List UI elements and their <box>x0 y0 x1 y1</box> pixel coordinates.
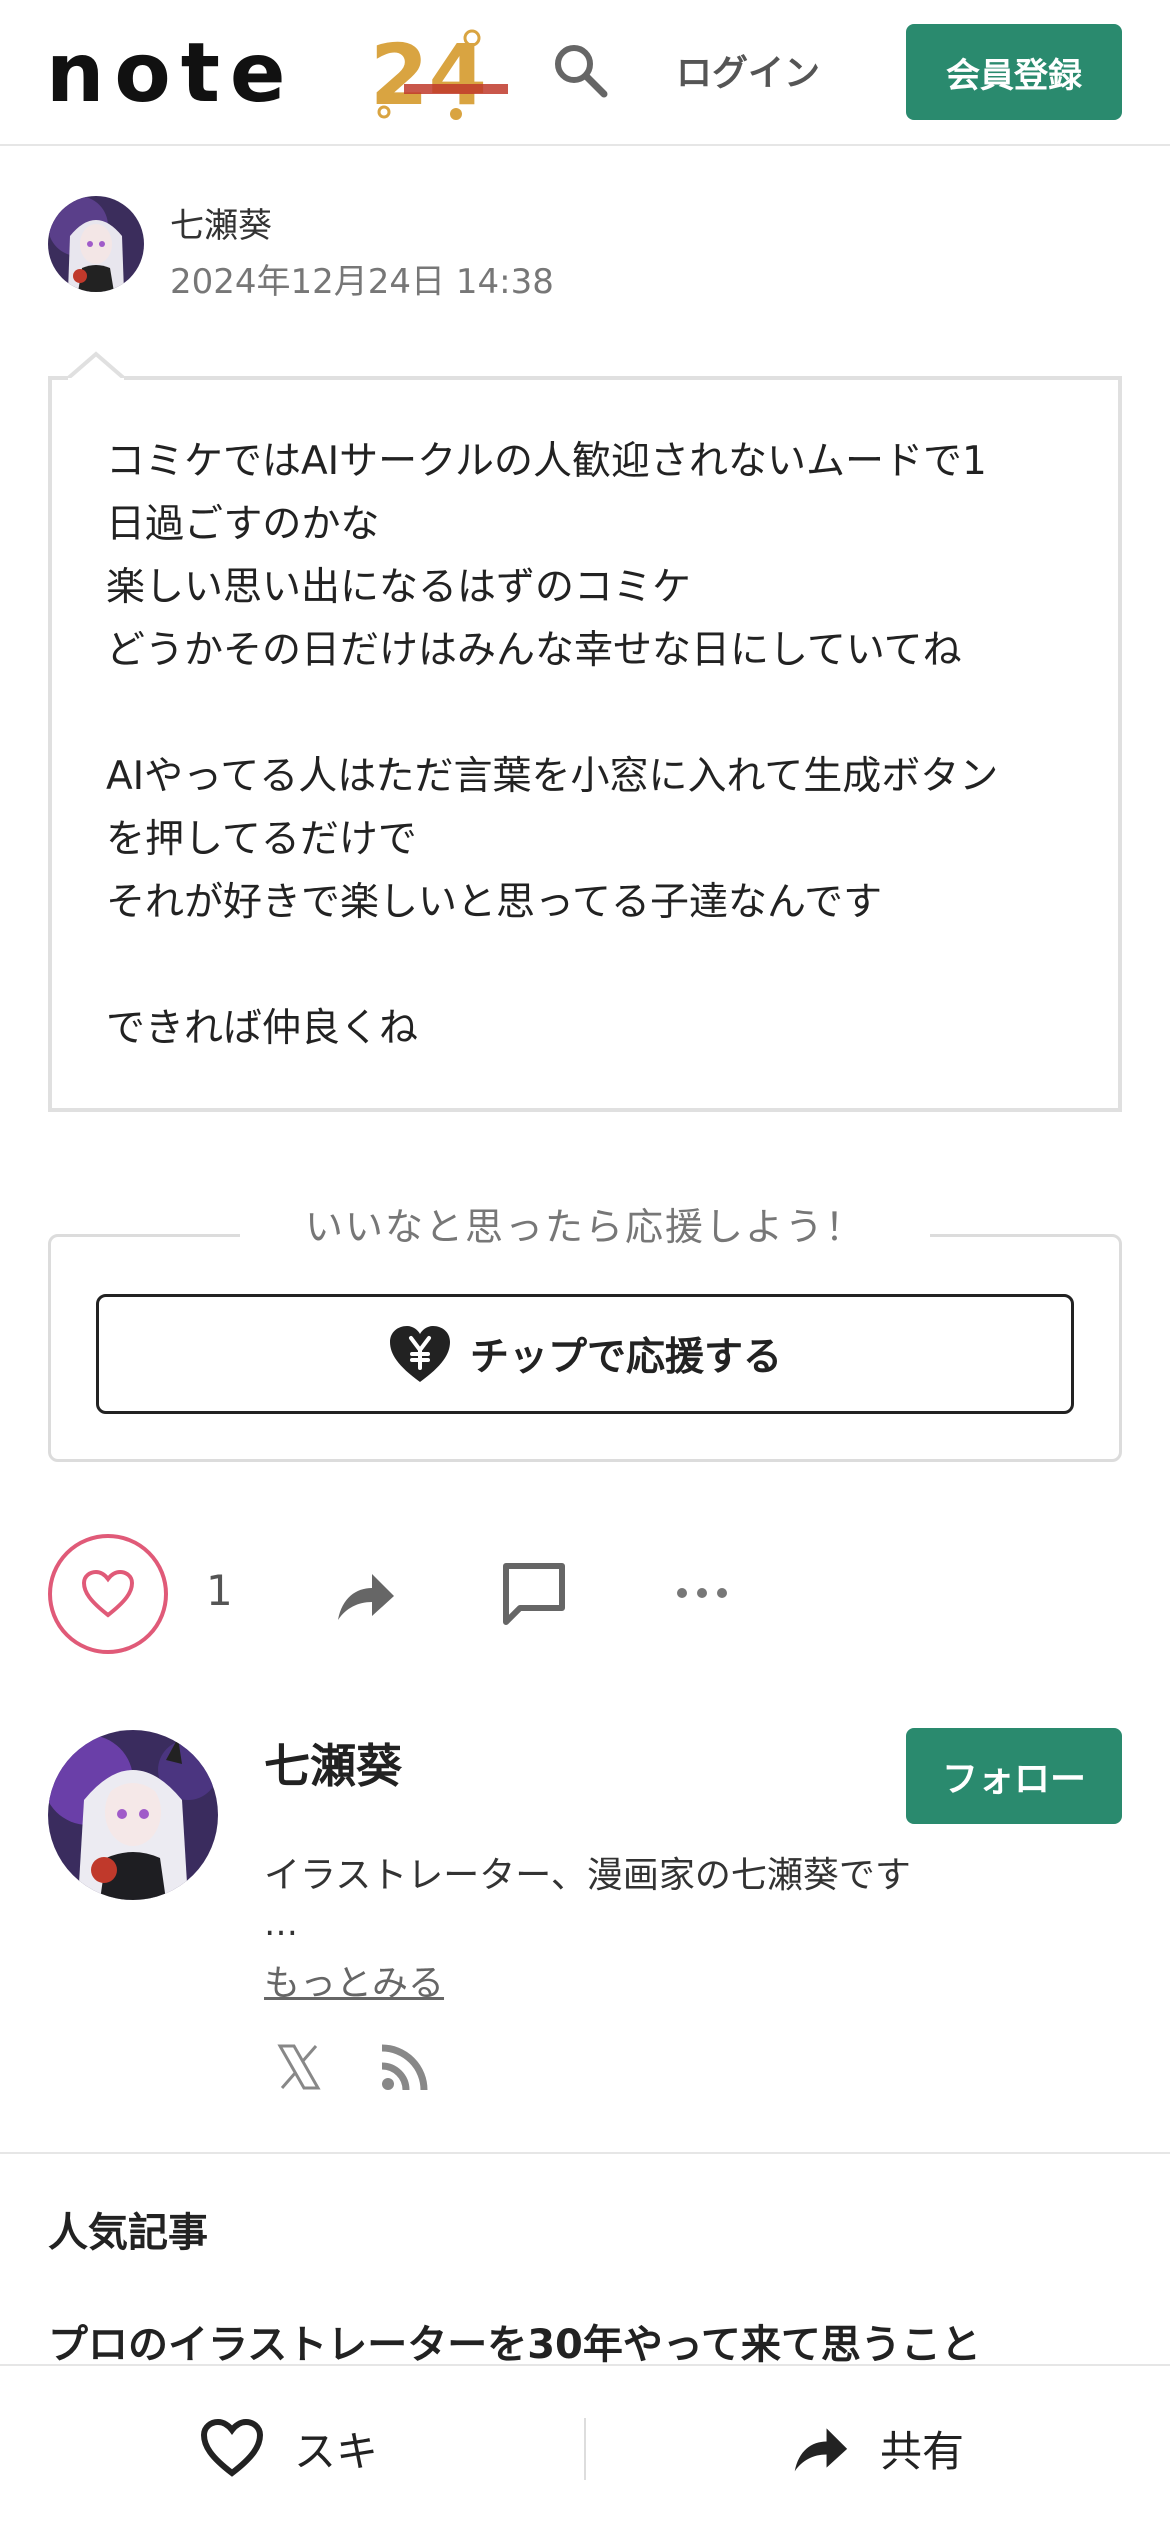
like-button[interactable] <box>48 1534 168 1654</box>
see-more-link[interactable]: もっとみる <box>264 1954 444 2006</box>
bottom-share-label: 共有 <box>880 2426 965 2476</box>
post-line: を押してるだけで <box>106 817 417 862</box>
share-icon[interactable] <box>334 1564 396 1626</box>
search-icon[interactable] <box>550 40 610 100</box>
post-line: AIやってる人はただ言葉を小窓に入れて生成ボタン <box>106 754 999 799</box>
x-twitter-icon[interactable] <box>274 2042 324 2092</box>
post-line: 楽しい思い出になるはずのコミケ <box>106 565 692 610</box>
heart-icon <box>200 2419 264 2477</box>
tip-button[interactable]: チップで応援する <box>96 1294 1074 1414</box>
comment-icon[interactable] <box>500 1560 568 1628</box>
tip-button-label: チップで応援する <box>469 1335 782 1380</box>
post-content-box: コミケではAIサークルの人歓迎されないムードで1 日過ごすのかな 楽しい思い出に… <box>48 376 1122 1112</box>
share-icon <box>794 2428 848 2472</box>
post-line: 日過ごすのかな <box>106 502 380 547</box>
note-logo[interactable]: note 24 <box>46 26 508 122</box>
popular-articles-heading: 人気記事 <box>48 2210 208 2256</box>
post-line: それが好きで楽しいと思ってる子達なんです <box>106 880 883 925</box>
login-link[interactable]: ログイン <box>676 44 820 96</box>
bottom-share-button[interactable]: 共有 <box>790 2408 964 2488</box>
logo-24-badge: 24 <box>370 26 508 122</box>
post-line <box>106 934 1086 997</box>
post-line: コミケではAIサークルの人歓迎されないムードで1 <box>106 439 987 484</box>
rss-icon[interactable] <box>378 2042 430 2094</box>
popular-article-link[interactable]: プロのイラストレーターを30年やって来て思うこと <box>48 2312 981 2370</box>
follow-button[interactable]: フォロー <box>906 1728 1122 1824</box>
support-heading: いいなと思ったら応援しよう！ <box>240 1196 930 1251</box>
more-options-icon[interactable] <box>672 1578 732 1608</box>
author-avatar[interactable] <box>48 196 144 292</box>
profile-bio: イラストレーター、漫画家の七瀬葵です <box>264 1855 911 1896</box>
post-body: コミケではAIサークルの人歓迎されないムードで1 日過ごすのかな 楽しい思い出に… <box>106 430 1086 1060</box>
site-header: note 24 ログイン 会員登録 <box>0 0 1170 146</box>
post-line: できれば仲良くね <box>106 1006 419 1051</box>
author-name[interactable]: 七瀬葵 <box>170 198 272 247</box>
like-count: 1 <box>206 1566 233 1615</box>
profile-name[interactable]: 七瀬葵 <box>264 1730 402 1796</box>
post-line: どうかその日だけはみんな幸せな日にしていてね <box>106 628 962 673</box>
heart-yen-icon <box>389 1326 450 1382</box>
signup-button[interactable]: 会員登録 <box>906 24 1122 120</box>
bottom-action-bar: スキ 共有 <box>0 2364 1170 2532</box>
section-divider <box>0 2152 1170 2154</box>
profile-avatar[interactable] <box>48 1730 218 1900</box>
bottom-like-label: スキ <box>294 2426 379 2476</box>
logo-text: note <box>46 26 296 121</box>
bottom-like-button[interactable]: スキ <box>200 2408 378 2488</box>
post-date: 2024年12月24日 14:38 <box>170 262 554 302</box>
bottom-bar-separator <box>584 2418 586 2480</box>
post-line <box>106 682 1086 745</box>
post-box-notch <box>66 351 126 380</box>
heart-icon <box>81 1569 135 1618</box>
profile-bio-ellipsis: … <box>264 1904 298 1944</box>
